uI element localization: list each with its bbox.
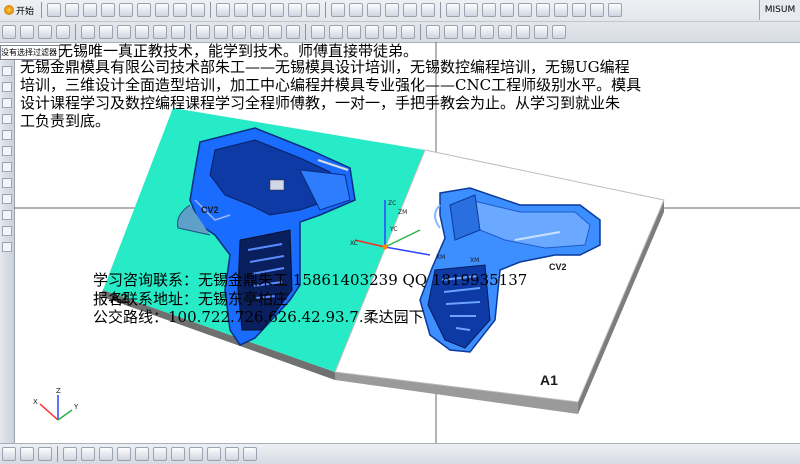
triad-z-label: Z (56, 387, 61, 395)
datum-xm-label: XM (436, 254, 445, 261)
tangent-icon[interactable] (135, 447, 149, 461)
plus-icon[interactable] (81, 447, 95, 461)
circle-icon[interactable] (99, 447, 113, 461)
datum-xc-label: XC (350, 240, 358, 247)
left-part-label: CV2 (201, 205, 219, 215)
angle-icon[interactable] (117, 447, 131, 461)
contact-address-line: 报名联系地址：无锡东亭柏庄 (93, 289, 289, 308)
component-icon[interactable] (243, 447, 257, 461)
snap-grid-icon[interactable] (38, 447, 52, 461)
triad-y-label: Y (73, 403, 79, 411)
body-icon[interactable] (189, 447, 203, 461)
toolbar-separator (57, 446, 58, 462)
crosshair-icon[interactable] (63, 447, 77, 461)
face-icon[interactable] (171, 447, 185, 461)
watermark-line: 设计课程学习及数控编程课程学习全程师傅教，一对一，手把手教会为止。从学习到就业朱 (20, 94, 621, 112)
edge-icon[interactable] (207, 447, 221, 461)
datum-zm-label: ZM (398, 209, 407, 216)
triad-x-label: X (33, 398, 38, 406)
datum-yc-label: YC (389, 226, 398, 233)
view-triad (39, 395, 73, 421)
contact-info: 学习咨询联系：无锡金鼎朱工 15861403239 QQ 1819935137 … (93, 271, 527, 327)
curve-icon[interactable] (153, 447, 167, 461)
bottom-toolbar (0, 443, 800, 464)
watermark-line: 工负责到底。 (20, 112, 111, 130)
datum-zc-label: ZC (388, 200, 396, 207)
right-plate-label: A1 (540, 372, 558, 388)
contact-phone-line: 学习咨询联系：无锡金鼎朱工 15861403239 QQ 1819935137 (93, 271, 528, 289)
select-icon[interactable] (2, 447, 16, 461)
right-part-label: CV2 (549, 262, 567, 272)
move-icon[interactable] (20, 447, 34, 461)
vertex-icon[interactable] (225, 447, 239, 461)
watermark-paragraph: 无锡金鼎模具有限公司技术部朱工——无锡模具设计培训，无锡数控编程培训，无锡UG编… (20, 58, 641, 130)
watermark-line: 培训，三维设计全面造型培训，加工中心编程并模具专业强化——CNC工程师级别水平。… (20, 76, 642, 94)
datum-xm2-label: XM (470, 257, 479, 264)
watermark-line: 无锡金鼎模具有限公司技术部朱工——无锡模具设计培训，无锡数控编程培训，无锡UG编… (20, 58, 630, 76)
contact-bus-line: 公交路线：100.722.726.626.42.93.7.柔达园下 (93, 308, 424, 326)
